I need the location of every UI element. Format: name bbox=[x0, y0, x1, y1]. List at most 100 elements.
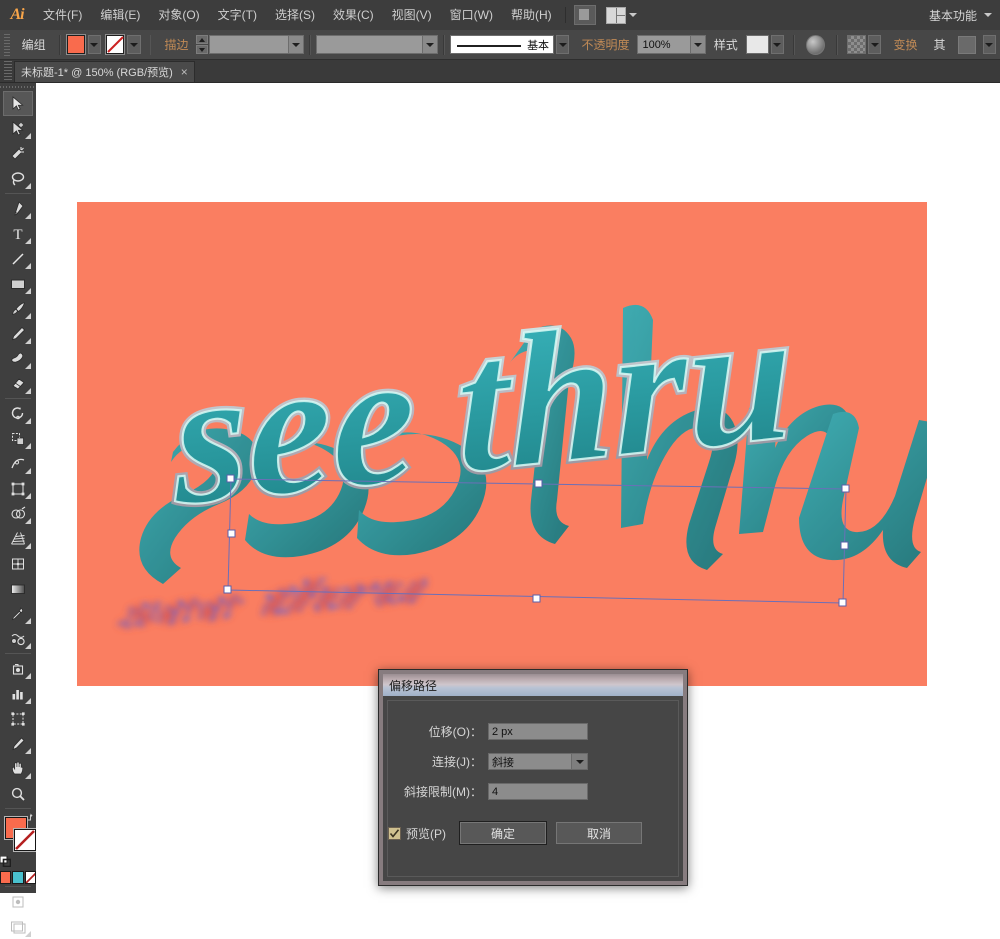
symbol-sprayer-tool[interactable] bbox=[3, 656, 33, 681]
blob-brush-tool[interactable] bbox=[3, 346, 33, 371]
menu-item-edit[interactable]: 编辑(E) bbox=[91, 0, 149, 30]
screen-mode-button[interactable] bbox=[3, 914, 33, 939]
color-mode-buttons bbox=[0, 871, 36, 884]
menu-item-window[interactable]: 窗口(W) bbox=[441, 0, 502, 30]
close-icon[interactable]: × bbox=[181, 66, 188, 78]
menu-item-help[interactable]: 帮助(H) bbox=[502, 0, 561, 30]
bridge-icon[interactable] bbox=[573, 5, 596, 25]
chevron-down-icon[interactable] bbox=[421, 36, 437, 53]
mesh-tool[interactable] bbox=[3, 551, 33, 576]
default-fill-stroke-icon[interactable] bbox=[0, 856, 11, 867]
color-mode-color[interactable] bbox=[0, 871, 12, 884]
transparency-dropdown-button[interactable] bbox=[868, 35, 882, 54]
menu-item-object[interactable]: 对象(O) bbox=[149, 0, 208, 30]
column-graph-tool[interactable] bbox=[3, 681, 33, 706]
tools-panel: T bbox=[0, 83, 37, 937]
menu-item-type[interactable]: 文字(T) bbox=[209, 0, 266, 30]
pencil-tool[interactable] bbox=[3, 321, 33, 346]
brush-definition-combo[interactable]: 基本 bbox=[449, 35, 555, 54]
slice-tool[interactable] bbox=[3, 731, 33, 756]
tools-panel-grip[interactable] bbox=[0, 83, 36, 91]
app-logo-icon: Ai bbox=[10, 6, 24, 23]
hand-tool[interactable] bbox=[3, 756, 33, 781]
artboard[interactable]: see thru see thru see thru see thru bbox=[77, 202, 927, 686]
miter-limit-input[interactable]: 4 bbox=[488, 783, 588, 800]
stroke-swatch[interactable] bbox=[106, 35, 125, 54]
fill-swatch[interactable] bbox=[66, 35, 85, 54]
shape-builder-tool[interactable] bbox=[3, 501, 33, 526]
miter-limit-label: 斜接限制(M)： bbox=[404, 785, 482, 799]
tab-bar-grip[interactable] bbox=[4, 61, 12, 81]
style-dropdown-button[interactable] bbox=[770, 35, 785, 54]
paintbrush-tool[interactable] bbox=[3, 296, 33, 321]
tool-flyout-icon bbox=[25, 518, 31, 524]
tool-flyout-icon bbox=[25, 748, 31, 754]
direct-selection-tool[interactable] bbox=[3, 116, 33, 141]
chevron-down-icon[interactable] bbox=[288, 36, 304, 53]
stroke-dropdown-button[interactable] bbox=[127, 35, 141, 54]
control-bar-grip[interactable] bbox=[2, 33, 10, 56]
tool-flyout-icon bbox=[25, 263, 31, 269]
line-segment-tool[interactable] bbox=[3, 246, 33, 271]
selection-tool[interactable] bbox=[3, 91, 33, 116]
selection-type-label: 编组 bbox=[21, 38, 46, 52]
arrange-documents-button[interactable] bbox=[605, 0, 637, 30]
color-mode-none[interactable] bbox=[24, 871, 36, 884]
opacity-combo[interactable]: 100% bbox=[637, 35, 706, 54]
chevron-down-icon[interactable] bbox=[571, 754, 587, 769]
artboard-tool[interactable] bbox=[3, 706, 33, 731]
stepper-down[interactable] bbox=[196, 45, 209, 54]
menu-item-file[interactable]: 文件(F) bbox=[34, 0, 91, 30]
ok-button[interactable]: 确定 bbox=[460, 822, 546, 844]
chevron-down-icon[interactable] bbox=[689, 36, 705, 53]
tool-flyout-icon bbox=[25, 418, 31, 424]
stepper-up[interactable] bbox=[196, 35, 209, 44]
menu-bar: Ai 文件(F) 编辑(E) 对象(O) 文字(T) 选择(S) 效果(C) 视… bbox=[0, 0, 1000, 31]
document-tab-bar: 未标题-1* @ 150% (RGB/预览) × bbox=[0, 60, 1000, 83]
isolate-group-icon[interactable] bbox=[958, 35, 976, 54]
offset-input[interactable]: 2 px bbox=[488, 723, 588, 740]
color-mode-gradient[interactable] bbox=[12, 871, 24, 884]
rectangle-tool[interactable] bbox=[3, 271, 33, 296]
dialog-title-bar[interactable]: 偏移路径 bbox=[383, 674, 683, 696]
cancel-button[interactable]: 取消 bbox=[556, 822, 642, 844]
stroke-color-swatch[interactable] bbox=[14, 829, 36, 851]
magic-wand-tool[interactable] bbox=[3, 141, 33, 166]
document-tab[interactable]: 未标题-1* @ 150% (RGB/预览) × bbox=[14, 61, 195, 82]
stroke-weight-stepper[interactable] bbox=[196, 35, 209, 54]
eyedropper-tool[interactable] bbox=[3, 601, 33, 626]
align-label[interactable]: 其 bbox=[925, 36, 953, 53]
lasso-tool[interactable] bbox=[3, 166, 33, 191]
no-color-icon bbox=[25, 872, 35, 883]
svg-text:see: see bbox=[168, 310, 419, 547]
more-options-button[interactable] bbox=[982, 35, 997, 54]
preview-checkbox[interactable] bbox=[388, 826, 401, 840]
perspective-grid-tool[interactable] bbox=[3, 526, 33, 551]
zoom-tool[interactable] bbox=[3, 781, 33, 806]
scale-tool[interactable] bbox=[3, 426, 33, 451]
fill-dropdown-button[interactable] bbox=[87, 35, 102, 54]
blend-tool[interactable] bbox=[3, 626, 33, 651]
transparency-icon[interactable] bbox=[847, 35, 867, 54]
width-tool[interactable] bbox=[3, 451, 33, 476]
brush-dropdown-button[interactable] bbox=[556, 35, 570, 54]
type-tool[interactable]: T bbox=[3, 221, 33, 246]
menu-item-select[interactable]: 选择(S) bbox=[266, 0, 324, 30]
offset-label: 位移(O)： bbox=[428, 725, 482, 739]
menu-item-view[interactable]: 视图(V) bbox=[383, 0, 441, 30]
graphic-style-swatch[interactable] bbox=[745, 35, 769, 54]
joins-select[interactable]: 斜接 bbox=[488, 753, 588, 770]
free-transform-tool[interactable] bbox=[3, 476, 33, 501]
stroke-weight-combo[interactable] bbox=[209, 35, 305, 54]
pen-tool[interactable] bbox=[3, 196, 33, 221]
eraser-tool[interactable] bbox=[3, 371, 33, 396]
opacity-mask-icon[interactable] bbox=[806, 34, 826, 55]
gradient-tool[interactable] bbox=[3, 576, 33, 601]
transform-label[interactable]: 变换 bbox=[885, 36, 925, 53]
stroke-profile-combo[interactable] bbox=[316, 35, 438, 54]
workspace-switcher[interactable]: 基本功能 bbox=[925, 0, 1000, 30]
fill-stroke-control bbox=[0, 813, 36, 869]
rotate-tool[interactable] bbox=[3, 401, 33, 426]
menu-item-effect[interactable]: 效果(C) bbox=[324, 0, 383, 30]
offset-path-dialog[interactable]: 偏移路径 位移(O)： 2 px 连接(J)： 斜接 斜接限制(M)： 4 预览… bbox=[378, 669, 688, 886]
